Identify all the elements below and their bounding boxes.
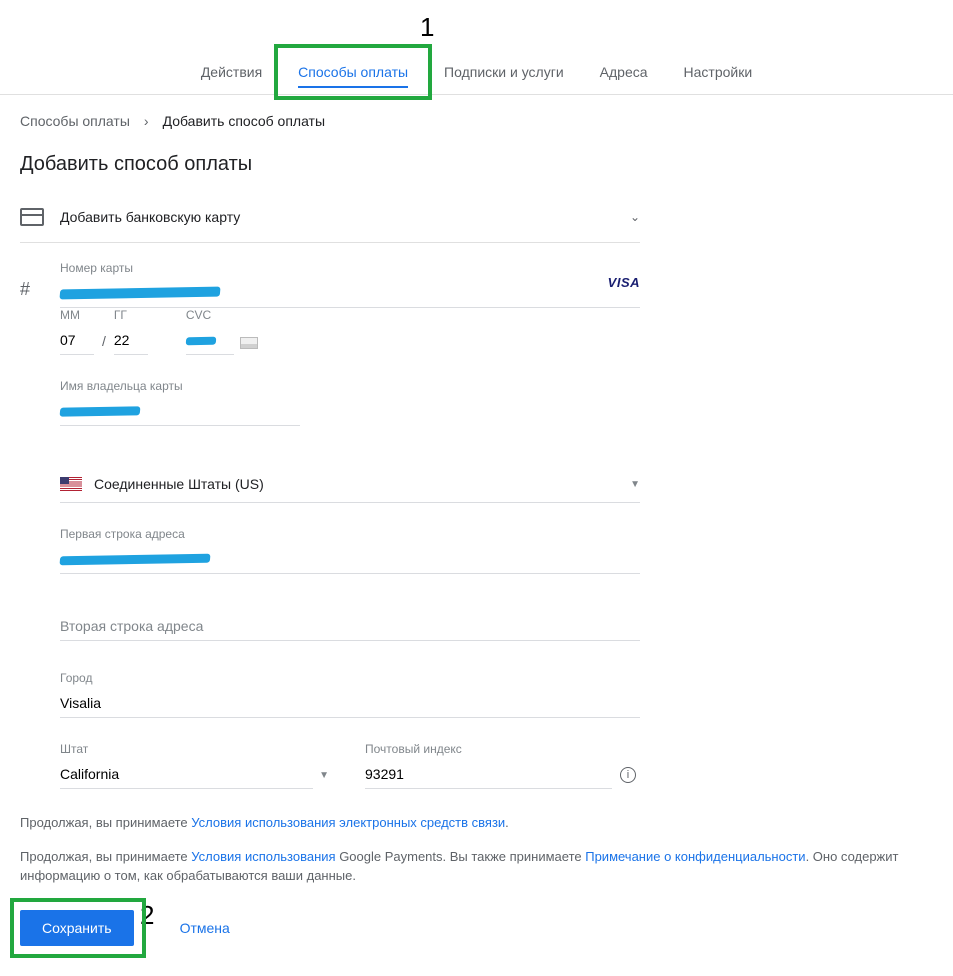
cancel-button[interactable]: Отмена [174,919,236,937]
top-nav: Действия Способы оплаты Подписки и услуг… [0,0,953,95]
chevron-down-icon: ⌄ [630,210,640,224]
page-title: Добавить способ оплаты [20,153,933,176]
expiry-month-input[interactable] [60,328,94,355]
country-label: Соединенные Штаты (US) [94,476,630,492]
card-number-redacted [59,287,220,300]
breadcrumb-current: Добавить способ оплаты [163,113,325,129]
legal-link-privacy[interactable]: Примечание о конфиденциальности [585,849,805,864]
cvc-label: CVC [186,308,258,322]
legal-text-2: Продолжая, вы принимаете Условия использ… [20,847,933,886]
breadcrumb-separator: › [144,113,149,129]
legal-link-tos[interactable]: Условия использования [191,849,335,864]
country-selector[interactable]: Соединенные Штаты (US) ▼ [60,466,640,503]
cvc-input[interactable] [186,328,234,355]
address-line1-input[interactable] [60,547,640,574]
state-input[interactable] [60,762,313,789]
city-label: Город [60,671,640,685]
save-button[interactable]: Сохранить [20,910,134,946]
tab-settings[interactable]: Настройки [666,50,771,94]
zip-label: Почтовый индекс [365,742,640,756]
cvc-card-back-icon [240,337,258,349]
zip-input[interactable] [365,762,612,789]
credit-card-icon [20,208,44,226]
expiry-slash: / [102,333,106,355]
dropdown-triangle-icon: ▼ [313,770,335,789]
page-content: Способы оплаты › Добавить способ оплаты … [0,95,953,976]
dropdown-triangle-icon: ▼ [630,479,640,490]
address-line2-input[interactable] [60,614,640,641]
cardholder-input[interactable] [60,399,300,426]
us-flag-icon [60,477,82,491]
tab-actions[interactable]: Действия [183,50,280,94]
tab-addresses[interactable]: Адреса [582,50,666,94]
breadcrumb-root[interactable]: Способы оплаты [20,113,130,129]
cardholder-label: Имя владельца карты [60,379,640,393]
city-input[interactable] [60,691,640,718]
card-number-input[interactable] [60,281,640,308]
yy-label: ГГ [114,308,148,322]
cvc-redacted [186,337,217,346]
card-number-label: Номер карты [60,261,640,275]
state-selector[interactable]: ▼ [60,762,335,789]
payment-method-selector[interactable]: Добавить банковскую карту ⌄ [20,198,640,243]
cardholder-redacted [60,406,141,416]
expiry-year-input[interactable] [114,328,148,355]
address-line1-label: Первая строка адреса [60,527,640,541]
info-icon[interactable]: i [620,767,636,783]
tab-payment-methods[interactable]: Способы оплаты [280,50,426,94]
payment-method-label: Добавить банковскую карту [60,209,630,225]
legal-text-1: Продолжая, вы принимаете Условия использ… [20,813,933,833]
breadcrumb: Способы оплаты › Добавить способ оплаты [20,113,933,129]
state-label: Штат [60,742,335,756]
tab-subscriptions[interactable]: Подписки и услуги [426,50,582,94]
address-line1-redacted [59,554,210,566]
mm-label: ММ [60,308,94,322]
card-brand-badge: VISA [608,275,640,290]
hash-icon: # [20,261,60,300]
legal-link-esign[interactable]: Условия использования электронных средст… [191,815,505,830]
callout-label-1: 1 [420,12,434,43]
